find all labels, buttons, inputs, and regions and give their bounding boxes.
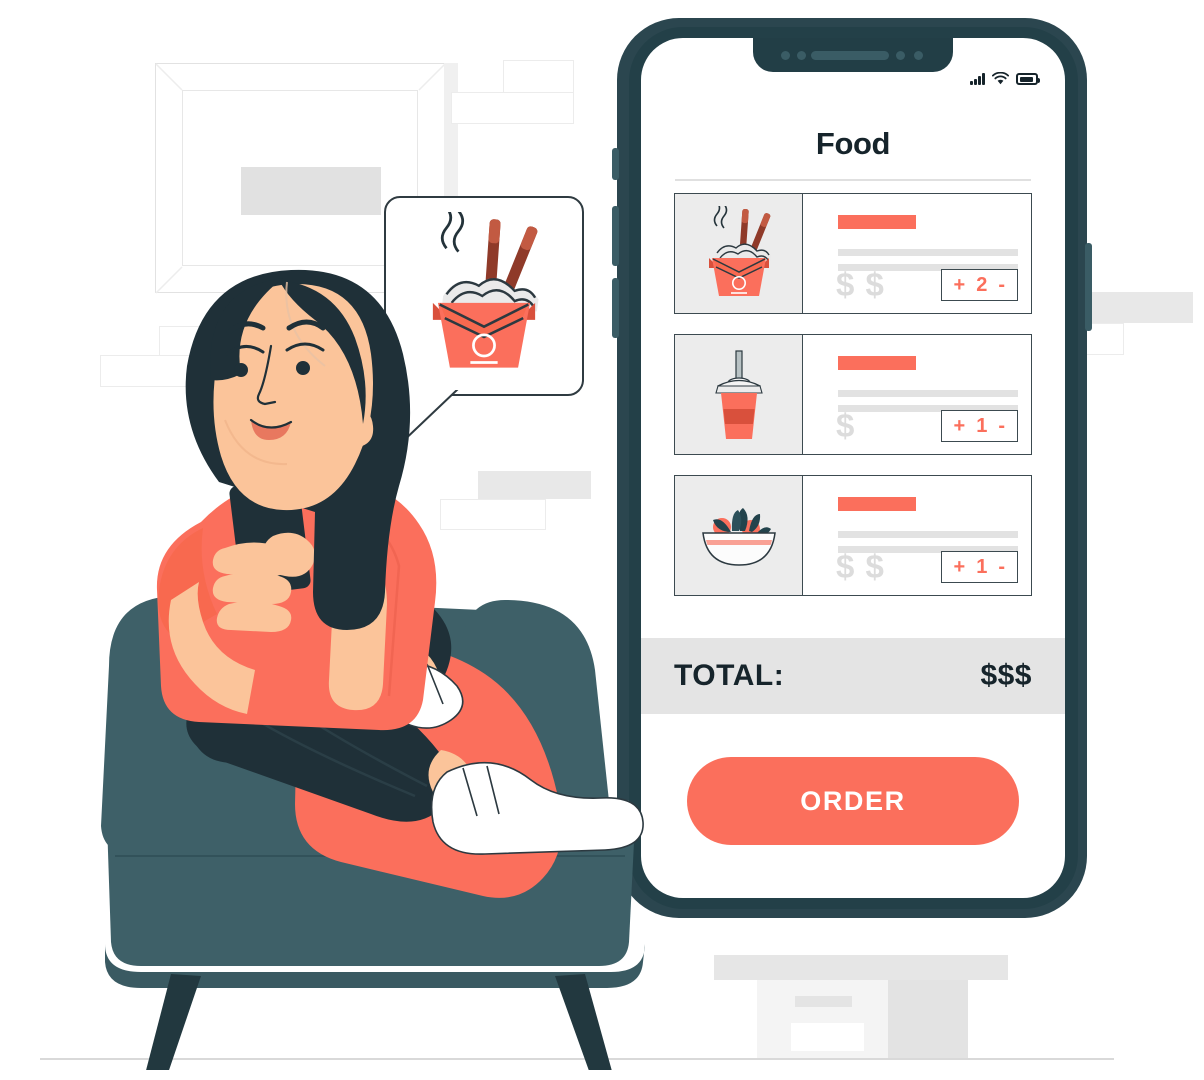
increase-quantity-button[interactable]: + — [954, 275, 966, 295]
cabinet-handle — [795, 996, 852, 1007]
increase-quantity-button[interactable]: + — [954, 557, 966, 577]
quantity-value: 1 — [976, 415, 988, 437]
wifi-icon — [992, 72, 1009, 85]
notch-sensor-2 — [797, 51, 806, 60]
item-price: $ $ — [836, 548, 885, 585]
bg-rect-1 — [503, 60, 574, 94]
food-item-card[interactable]: $ $ + 2 - — [674, 193, 1032, 314]
quantity-stepper[interactable]: + 1 - — [940, 551, 1018, 583]
signal-bars-icon — [970, 72, 985, 85]
chair-leg-left — [146, 974, 201, 1070]
bg-rect-2 — [451, 92, 574, 124]
status-bar — [970, 72, 1040, 85]
notch-camera — [914, 51, 923, 60]
illustration-canvas: Food $ $ + 2 - $ + 1 - $ $ + 1 - TOTAL: … — [0, 0, 1204, 1080]
item-name-placeholder — [838, 356, 916, 370]
woman-on-armchair-illustration — [101, 269, 645, 1070]
decrease-quantity-button[interactable]: - — [998, 275, 1005, 295]
phone-volume-up-button[interactable] — [612, 206, 619, 266]
decrease-quantity-button[interactable]: - — [998, 416, 1005, 436]
cabinet-panel — [791, 1023, 864, 1051]
total-value: $$$ — [980, 659, 1032, 692]
food-item-card[interactable]: $ $ + 1 - — [674, 475, 1032, 596]
food-item-details: $ + 1 - — [803, 335, 1031, 454]
item-desc-line-1 — [838, 531, 1018, 538]
decrease-quantity-button[interactable]: - — [998, 557, 1005, 577]
item-name-placeholder — [838, 497, 916, 511]
phone-power-button[interactable] — [1085, 243, 1092, 331]
order-button[interactable]: ORDER — [687, 757, 1019, 845]
item-name-placeholder — [838, 215, 916, 229]
quantity-value: 2 — [976, 274, 988, 296]
item-price: $ $ — [836, 266, 885, 303]
quantity-stepper[interactable]: + 1 - — [940, 410, 1018, 442]
notch-speaker — [811, 51, 889, 60]
chair-leg-right — [555, 974, 612, 1070]
item-desc-line-1 — [838, 249, 1018, 256]
quantity-stepper[interactable]: + 2 - — [940, 269, 1018, 301]
phone-mute-switch[interactable] — [612, 148, 619, 180]
battery-icon — [1016, 73, 1040, 85]
header-divider — [675, 179, 1031, 181]
increase-quantity-button[interactable]: + — [954, 416, 966, 436]
phone-notch — [753, 38, 953, 72]
food-item-card[interactable]: $ + 1 - — [674, 334, 1032, 455]
food-item-details: $ $ + 1 - — [803, 476, 1031, 595]
food-item-details: $ $ + 2 - — [803, 194, 1031, 313]
item-price: $ — [836, 407, 856, 444]
bg-rect-7 — [1083, 292, 1193, 323]
item-desc-line-1 — [838, 390, 1018, 397]
page-title: Food — [815, 126, 891, 161]
notch-sensor-3 — [896, 51, 905, 60]
quantity-value: 1 — [976, 556, 988, 578]
cabinet-top — [714, 955, 1008, 980]
notch-sensor-1 — [781, 51, 790, 60]
